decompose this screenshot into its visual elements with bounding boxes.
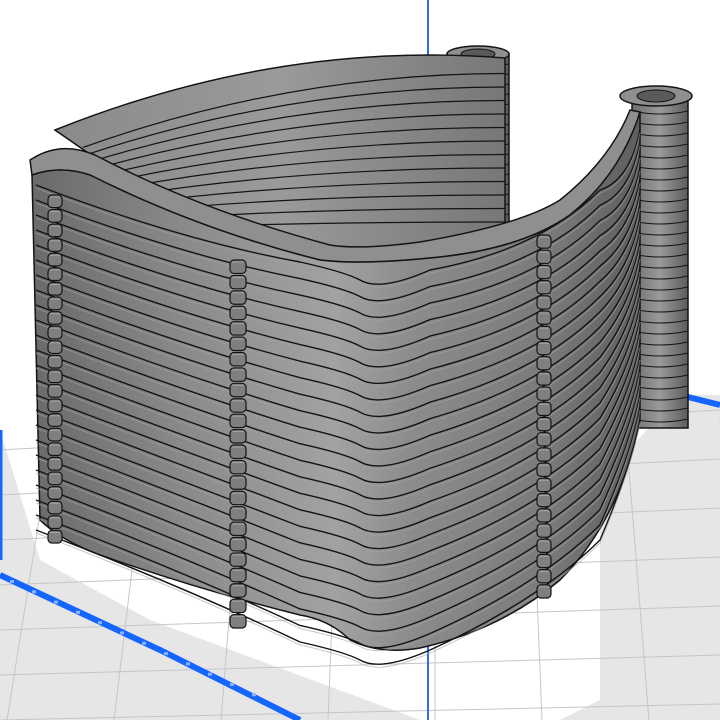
scene-canvas[interactable] — [0, 0, 720, 720]
3d-viewport[interactable] — [0, 0, 720, 720]
3d-model[interactable] — [29, 45, 693, 668]
